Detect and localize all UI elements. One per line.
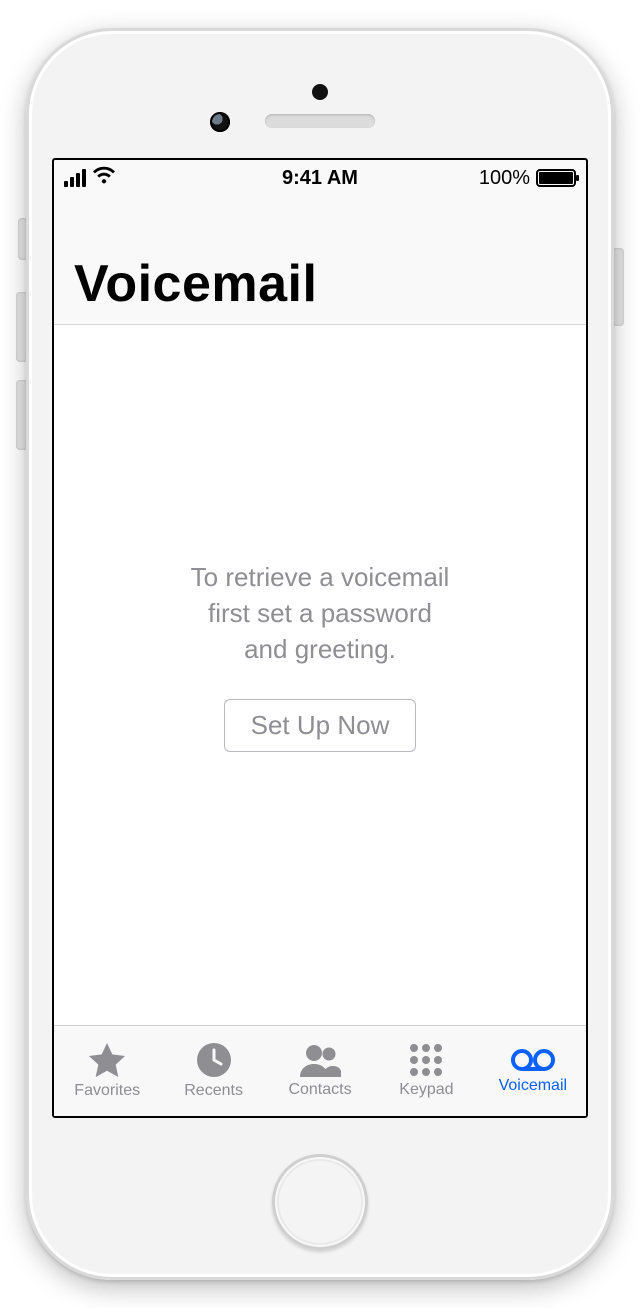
setup-message: To retrieve a voicemail first set a pass… — [191, 559, 450, 667]
star-icon — [88, 1042, 126, 1078]
content-area: To retrieve a voicemail first set a pass… — [54, 325, 586, 1025]
keypad-icon — [409, 1043, 443, 1077]
home-button[interactable] — [272, 1154, 368, 1250]
tab-recents[interactable]: Recents — [160, 1026, 266, 1116]
wifi-icon — [92, 166, 116, 190]
tab-label: Voicemail — [499, 1077, 567, 1095]
tab-keypad[interactable]: Keypad — [373, 1026, 479, 1116]
tab-label: Recents — [184, 1082, 243, 1100]
tab-label: Keypad — [399, 1081, 453, 1099]
front-camera — [210, 112, 230, 132]
status-time: 9:41 AM — [184, 167, 456, 190]
earpiece-speaker — [265, 114, 375, 128]
status-bar: 9:41 AM 100% — [54, 160, 586, 196]
screen: 9:41 AM 100% Voicemail To retrieve a voi… — [52, 158, 588, 1118]
voicemail-icon — [510, 1047, 556, 1073]
tab-favorites[interactable]: Favorites — [54, 1026, 160, 1116]
battery-percentage: 100% — [479, 167, 530, 190]
cellular-signal-icon — [64, 169, 86, 187]
page-title: Voicemail — [54, 196, 586, 325]
tab-label: Favorites — [74, 1082, 140, 1100]
tab-label: Contacts — [288, 1081, 351, 1099]
tab-voicemail[interactable]: Voicemail — [480, 1026, 586, 1116]
contacts-icon — [299, 1043, 341, 1077]
proximity-sensor — [312, 84, 328, 100]
set-up-now-button[interactable]: Set Up Now — [224, 699, 417, 752]
tab-contacts[interactable]: Contacts — [267, 1026, 373, 1116]
clock-icon — [196, 1042, 232, 1078]
tab-bar: Favorites Recents Contacts — [54, 1025, 586, 1116]
battery-icon — [536, 169, 576, 187]
